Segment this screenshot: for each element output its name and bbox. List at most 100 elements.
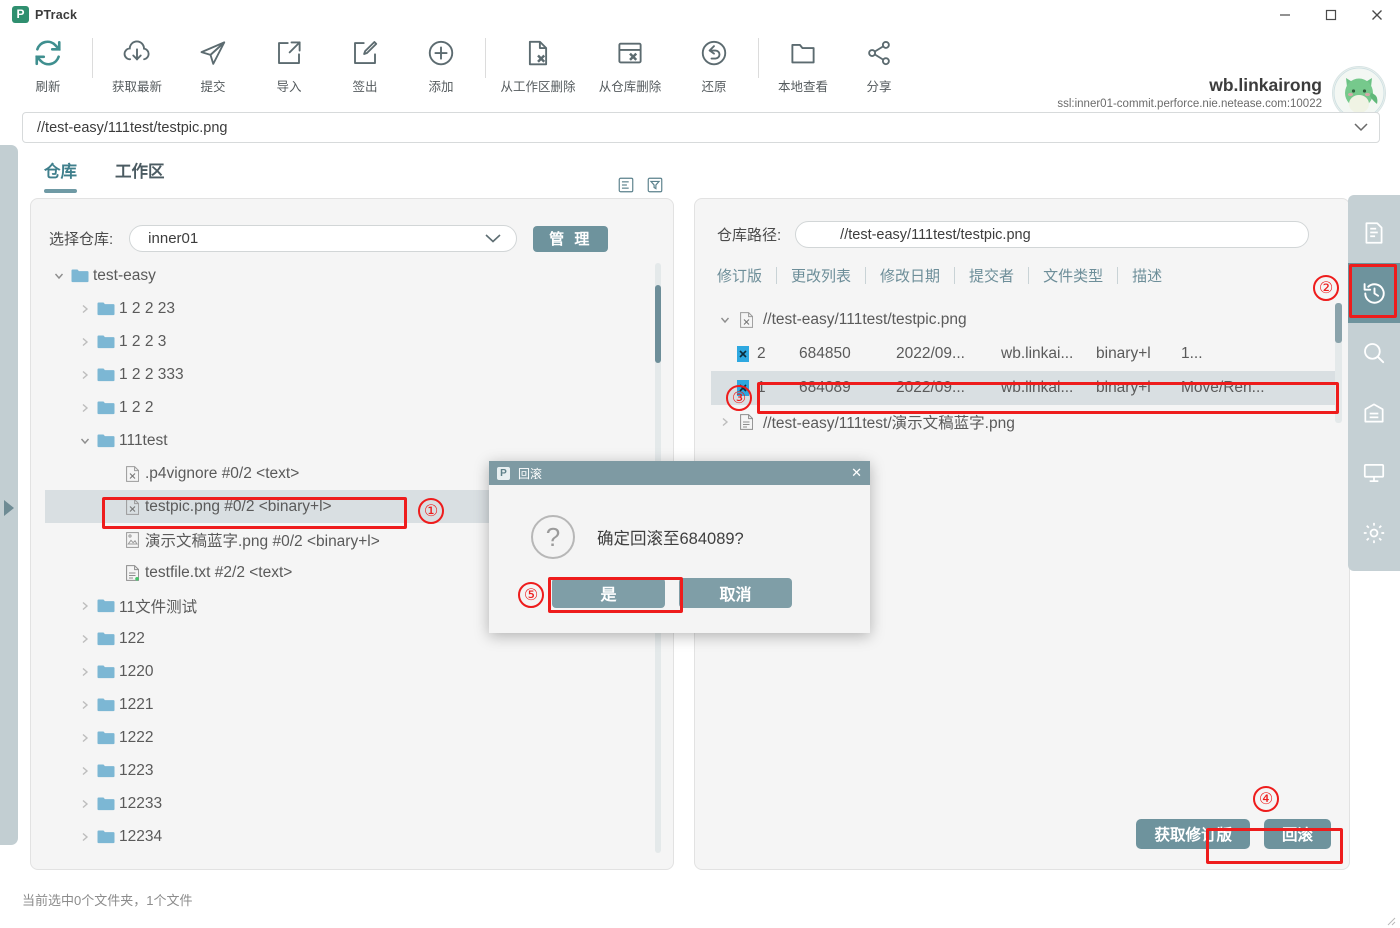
toolbar-button-add[interactable]: 添加 <box>403 30 479 104</box>
chevron-right-icon[interactable] <box>75 303 95 315</box>
chevron-right-icon[interactable] <box>75 666 95 678</box>
toolbar-button-refresh[interactable]: 刷新 <box>10 30 86 104</box>
folder-icon <box>95 664 117 679</box>
revision-scrollbar-thumb[interactable] <box>1335 303 1342 343</box>
filter-icon[interactable] <box>645 175 664 194</box>
revision-row[interactable]: 1 684089 2022/09... wb.linkai... binary+l Mov… <box>711 371 1335 405</box>
maximize-button[interactable] <box>1308 0 1354 30</box>
app-title: PTrack <box>35 7 78 22</box>
toolbar-button-checkout[interactable]: 签出 <box>327 30 403 104</box>
dialog-confirm-button[interactable]: 是 <box>552 578 665 608</box>
left-collapsed-rail[interactable] <box>0 145 18 845</box>
tab-depot[interactable]: 仓库 <box>44 158 77 201</box>
folder-icon <box>95 829 117 844</box>
get-revision-button[interactable]: 获取修订版 <box>1136 819 1250 849</box>
rollback-button[interactable]: 回滚 <box>1263 819 1331 849</box>
user-name: wb.linkairong <box>1209 75 1322 95</box>
chevron-right-icon[interactable] <box>75 765 95 777</box>
right-icon-rail <box>1348 195 1400 571</box>
dialog-cancel-button[interactable]: 取消 <box>679 578 792 608</box>
chevron-right-icon[interactable] <box>75 369 95 381</box>
column-header[interactable]: 更改列表 <box>777 265 865 286</box>
column-header[interactable]: 文件类型 <box>1029 265 1117 286</box>
folder-icon <box>95 334 117 349</box>
revision-group-row[interactable]: //test-easy/111test/演示文稿蓝字.png <box>711 405 1335 439</box>
minimize-button[interactable] <box>1262 0 1308 30</box>
toolbar-label: 分享 <box>866 80 892 94</box>
column-header[interactable]: 修改日期 <box>866 265 954 286</box>
revision-scrollbar[interactable] <box>1335 303 1342 423</box>
tree-item[interactable]: 1220 <box>45 655 661 688</box>
expand-arrow-icon[interactable] <box>4 500 14 516</box>
revision-list[interactable]: //test-easy/111test/testpic.png 2 684850 20… <box>711 303 1335 439</box>
history-icon[interactable] <box>1348 263 1400 323</box>
revision-author: wb.linkai... <box>1001 379 1074 396</box>
tree-item[interactable]: test-easy <box>45 259 661 292</box>
toolbar-button-share[interactable]: 分享 <box>841 30 917 104</box>
toolbar-separator <box>758 38 759 78</box>
toolbar-button-submit[interactable]: 提交 <box>175 30 251 104</box>
resize-grip[interactable] <box>1384 913 1396 926</box>
chevron-right-icon[interactable] <box>75 633 95 645</box>
manage-button[interactable]: 管 理 <box>533 225 609 252</box>
toolbar-label: 提交 <box>200 80 226 94</box>
tree-item[interactable]: 12233 <box>45 787 661 820</box>
chevron-down-icon[interactable] <box>75 435 95 447</box>
toolbar-button-delete-from-depot[interactable]: 从仓库删除 <box>584 30 676 104</box>
depot-path-bar[interactable]: //test-easy/111test/testpic.png <box>22 112 1380 143</box>
sort-list-icon[interactable] <box>616 175 635 194</box>
revision-group-label: //test-easy/111test/演示文稿蓝字.png <box>763 415 1015 432</box>
revision-group-label: //test-easy/111test/testpic.png <box>763 311 967 328</box>
dialog-close-icon[interactable]: ✕ <box>851 465 862 481</box>
column-header[interactable]: 描述 <box>1118 265 1176 286</box>
toolbar-button-delete-from-workspace[interactable]: 从工作区删除 <box>492 30 584 104</box>
monitor-icon[interactable] <box>1348 443 1400 503</box>
revision-row[interactable]: 2 684850 2022/09... wb.linkai... binary+l 1..… <box>711 337 1335 371</box>
tree-item-label: testfile.txt #2/2 <text> <box>145 563 293 581</box>
search-icon[interactable] <box>1348 323 1400 383</box>
chevron-right-icon[interactable] <box>75 732 95 744</box>
chevron-right-icon[interactable] <box>75 402 95 414</box>
tree-item-label: 11文件测试 <box>119 598 198 616</box>
toolbar-button-import[interactable]: 导入 <box>251 30 327 104</box>
toolbar-button-view-local[interactable]: 本地查看 <box>765 30 841 104</box>
tree-item[interactable]: 1 2 2 <box>45 391 661 424</box>
tree-item[interactable]: 1221 <box>45 688 661 721</box>
archive-delete-icon <box>615 35 645 71</box>
app-brand: P PTrack <box>12 6 77 23</box>
close-button[interactable] <box>1354 0 1400 30</box>
tree-item[interactable]: 12234 <box>45 820 661 853</box>
gear-icon[interactable] <box>1348 503 1400 563</box>
tree-item[interactable]: 1223 <box>45 754 661 787</box>
chevron-right-icon[interactable] <box>75 600 95 612</box>
repo-select-label: 选择仓库: <box>49 231 114 248</box>
revision-group-row[interactable]: //test-easy/111test/testpic.png <box>711 303 1335 337</box>
tree-item[interactable]: 111test <box>45 424 661 457</box>
chevron-down-icon[interactable] <box>49 270 69 282</box>
tree-item[interactable]: 1 2 2 333 <box>45 358 661 391</box>
chevron-right-icon[interactable] <box>75 831 95 843</box>
chevron-right-icon[interactable] <box>715 416 735 428</box>
dialog-message: 确定回滚至684089? <box>597 530 744 548</box>
tab-workspace[interactable]: 工作区 <box>115 158 165 201</box>
notes-icon[interactable] <box>1348 203 1400 263</box>
tree-scrollbar-thumb[interactable] <box>655 285 661 363</box>
depot-path-input[interactable]: //test-easy/111test/testpic.png <box>795 221 1310 248</box>
repo-select[interactable]: inner01 <box>129 225 518 252</box>
toolbar-button-revert[interactable]: 还原 <box>676 30 752 104</box>
chevron-down-icon[interactable] <box>1353 120 1369 135</box>
chevron-right-icon[interactable] <box>75 798 95 810</box>
tree-item-label: test-easy <box>93 266 156 284</box>
column-header[interactable]: 修订版 <box>717 265 776 286</box>
tree-item[interactable]: 1 2 2 23 <box>45 292 661 325</box>
folder-icon <box>95 433 117 448</box>
archive-icon[interactable] <box>1348 383 1400 443</box>
column-header[interactable]: 提交者 <box>955 265 1028 286</box>
toolbar-button-get-latest[interactable]: 获取最新 <box>99 30 175 104</box>
chevron-right-icon[interactable] <box>75 699 95 711</box>
chevron-down-icon[interactable] <box>715 314 735 326</box>
file-binary-icon <box>121 465 143 482</box>
tree-item[interactable]: 1 2 2 3 <box>45 325 661 358</box>
tree-item[interactable]: 1222 <box>45 721 661 754</box>
chevron-right-icon[interactable] <box>75 336 95 348</box>
